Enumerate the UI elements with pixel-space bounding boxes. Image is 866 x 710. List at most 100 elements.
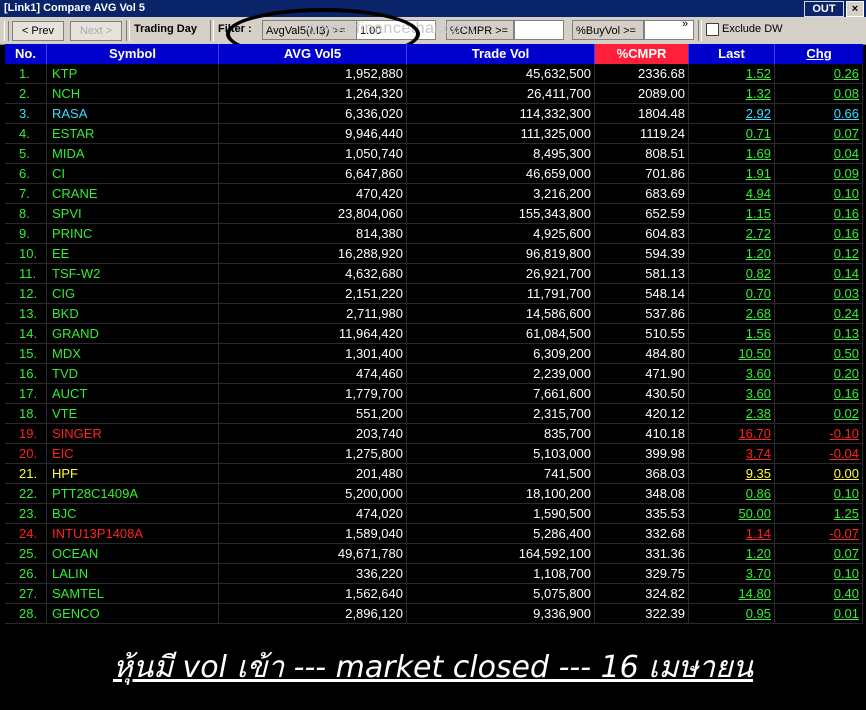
last-price-link[interactable]: 0.82 [689,264,775,284]
change-link[interactable]: 0.14 [775,264,863,284]
change-link[interactable]: -0.10 [775,424,863,444]
table-row[interactable]: 5. MIDA 1,050,740 8,495,300 808.51 1.69 0.04 [5,144,863,164]
table-row[interactable]: 19. SINGER 203,740 835,700 410.18 16.70 -0.10 [5,424,863,444]
change-link[interactable]: 0.16 [775,204,863,224]
change-link[interactable]: 0.13 [775,324,863,344]
table-row[interactable]: 28. GENCO 2,896,120 9,336,900 322.39 0.95 0.01 [5,604,863,624]
symbol-cell[interactable]: CRANE [47,184,219,204]
last-price-link[interactable]: 3.60 [689,384,775,404]
symbol-cell[interactable]: KTP [47,64,219,84]
change-link[interactable]: 0.03 [775,284,863,304]
last-price-link[interactable]: 9.35 [689,464,775,484]
symbol-cell[interactable]: BKD [47,304,219,324]
last-price-link[interactable]: 14.80 [689,584,775,604]
symbol-cell[interactable]: INTU13P1408A [47,524,219,544]
symbol-cell[interactable]: SINGER [47,424,219,444]
table-row[interactable]: 6. CI 6,647,860 46,659,000 701.86 1.91 0.09 [5,164,863,184]
last-price-link[interactable]: 16.70 [689,424,775,444]
table-row[interactable]: 21. HPF 201,480 741,500 368.03 9.35 0.00 [5,464,863,484]
table-row[interactable]: 17. AUCT 1,779,700 7,661,600 430.50 3.60 0.16 [5,384,863,404]
last-price-link[interactable]: 2.38 [689,404,775,424]
last-price-link[interactable]: 50.00 [689,504,775,524]
column-header-chg[interactable]: Chg [775,44,863,64]
symbol-cell[interactable]: BJC [47,504,219,524]
symbol-cell[interactable]: HPF [47,464,219,484]
cmpr-filter-input[interactable] [514,20,564,40]
last-price-link[interactable]: 1.91 [689,164,775,184]
change-link[interactable]: 0.01 [775,604,863,624]
table-row[interactable]: 4. ESTAR 9,946,440 111,325,000 1119.24 0.71 0.… [5,124,863,144]
column-header-last[interactable]: Last [689,44,775,64]
symbol-cell[interactable]: AUCT [47,384,219,404]
last-price-link[interactable]: 2.92 [689,104,775,124]
change-link[interactable]: 0.26 [775,64,863,84]
table-row[interactable]: 8. SPVI 23,804,060 155,343,800 652.59 1.15 0.1… [5,204,863,224]
symbol-cell[interactable]: CIG [47,284,219,304]
table-row[interactable]: 7. CRANE 470,420 3,216,200 683.69 4.94 0.10 [5,184,863,204]
change-link[interactable]: 0.09 [775,164,863,184]
change-link[interactable]: 1.25 [775,504,863,524]
symbol-cell[interactable]: OCEAN [47,544,219,564]
table-row[interactable]: 1. KTP 1,952,880 45,632,500 2336.68 1.52 0.26 [5,64,863,84]
last-price-link[interactable]: 10.50 [689,344,775,364]
last-price-link[interactable]: 1.14 [689,524,775,544]
last-price-link[interactable]: 0.86 [689,484,775,504]
change-link[interactable]: 0.24 [775,304,863,324]
last-price-link[interactable]: 0.95 [689,604,775,624]
symbol-cell[interactable]: NCH [47,84,219,104]
last-price-link[interactable]: 0.71 [689,124,775,144]
last-price-link[interactable]: 0.70 [689,284,775,304]
last-price-link[interactable]: 3.60 [689,364,775,384]
close-icon[interactable]: × [846,1,864,17]
table-row[interactable]: 25. OCEAN 49,671,780 164,592,100 331.36 1.20 0… [5,544,863,564]
table-row[interactable]: 23. BJC 474,020 1,590,500 335.53 50.00 1.25 [5,504,863,524]
last-price-link[interactable]: 1.69 [689,144,775,164]
table-row[interactable]: 15. MDX 1,301,400 6,309,200 484.80 10.50 0.50 [5,344,863,364]
table-row[interactable]: 14. GRAND 11,964,420 61,084,500 510.55 1.56 0.… [5,324,863,344]
symbol-cell[interactable]: CI [47,164,219,184]
prev-button[interactable]: < Prev [12,21,64,41]
change-link[interactable]: -0.04 [775,444,863,464]
table-row[interactable]: 26. LALIN 336,220 1,108,700 329.75 3.70 0.10 [5,564,863,584]
trading-day-label[interactable]: Trading Day [134,23,197,35]
symbol-cell[interactable]: VTE [47,404,219,424]
table-row[interactable]: 12. CIG 2,151,220 11,791,700 548.14 0.70 0.03 [5,284,863,304]
table-row[interactable]: 11. TSF-W2 4,632,680 26,921,700 581.13 0.82 0.… [5,264,863,284]
column-header-no[interactable]: No. [5,44,47,64]
change-link[interactable]: 0.07 [775,124,863,144]
symbol-cell[interactable]: MDX [47,344,219,364]
last-price-link[interactable]: 3.70 [689,564,775,584]
change-link[interactable]: 0.08 [775,84,863,104]
next-button[interactable]: Next > [70,21,122,41]
last-price-link[interactable]: 1.15 [689,204,775,224]
table-row[interactable]: 9. PRINC 814,380 4,925,600 604.83 2.72 0.16 [5,224,863,244]
symbol-cell[interactable]: GRAND [47,324,219,344]
last-price-link[interactable]: 1.32 [689,84,775,104]
table-row[interactable]: 22. PTT28C1409A 5,200,000 18,100,200 348.08 0… [5,484,863,504]
more-icon[interactable]: » [682,18,688,30]
change-link[interactable]: 0.02 [775,404,863,424]
last-price-link[interactable]: 2.68 [689,304,775,324]
change-link[interactable]: 0.10 [775,484,863,504]
symbol-cell[interactable]: LALIN [47,564,219,584]
last-price-link[interactable]: 3.74 [689,444,775,464]
column-header-cmpr[interactable]: %CMPR [595,44,689,64]
change-link[interactable]: 0.16 [775,384,863,404]
table-row[interactable]: 20. EIC 1,275,800 5,103,000 399.98 3.74 -0.04 [5,444,863,464]
last-price-link[interactable]: 1.56 [689,324,775,344]
symbol-cell[interactable]: MIDA [47,144,219,164]
table-row[interactable]: 24. INTU13P1408A 1,589,040 5,286,400 332.68 1… [5,524,863,544]
symbol-cell[interactable]: RASA [47,104,219,124]
out-button[interactable]: OUT [804,1,844,17]
column-header-avgvol5[interactable]: AVG Vol5 [219,44,407,64]
table-row[interactable]: 13. BKD 2,711,980 14,586,600 537.86 2.68 0.24 [5,304,863,324]
symbol-cell[interactable]: SAMTEL [47,584,219,604]
symbol-cell[interactable]: EE [47,244,219,264]
table-row[interactable]: 10. EE 16,288,920 96,819,800 594.39 1.20 0.12 [5,244,863,264]
last-price-link[interactable]: 1.52 [689,64,775,84]
symbol-cell[interactable]: SPVI [47,204,219,224]
symbol-cell[interactable]: EIC [47,444,219,464]
change-link[interactable]: 0.20 [775,364,863,384]
last-price-link[interactable]: 1.20 [689,544,775,564]
change-link[interactable]: 0.40 [775,584,863,604]
